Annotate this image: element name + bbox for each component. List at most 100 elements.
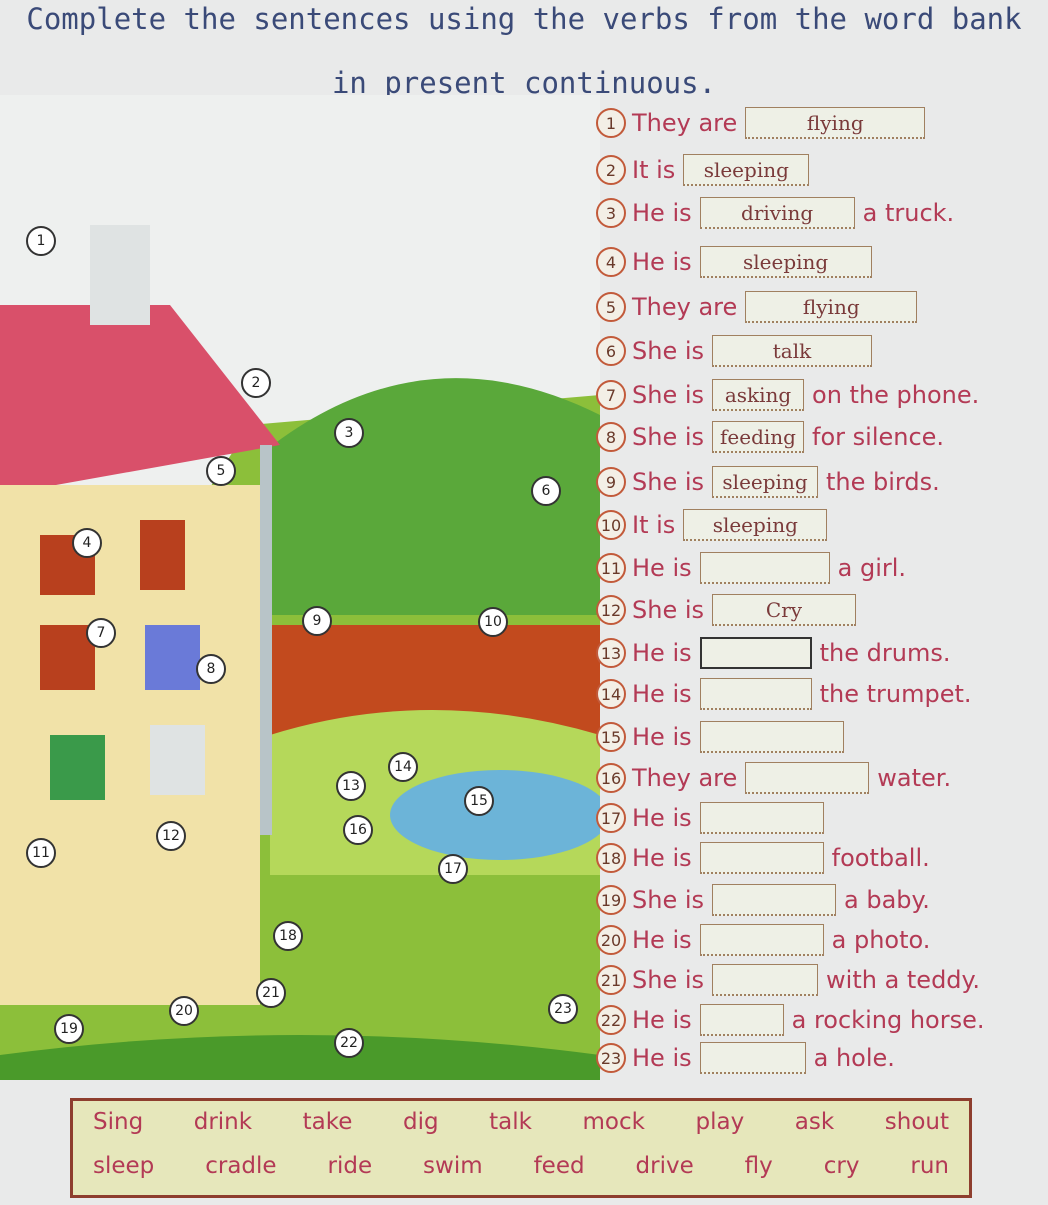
- scene-label: 9: [302, 606, 332, 636]
- answer-field[interactable]: sleeping: [683, 154, 810, 186]
- sentence-number: 5: [596, 292, 626, 322]
- sentence-18: 18 He is football.: [596, 841, 930, 875]
- sentence-5: 5 They are flying: [596, 290, 925, 324]
- scene-label: 10: [478, 607, 508, 637]
- answer-field[interactable]: [699, 721, 844, 753]
- word-bank-item: sleep: [93, 1153, 155, 1179]
- sentence-start: He is: [632, 926, 692, 954]
- sentence-11: 11 He is a girl.: [596, 551, 906, 585]
- answer-field[interactable]: asking: [712, 379, 805, 411]
- sentence-17: 17 He is: [596, 801, 832, 835]
- answer-field[interactable]: [712, 964, 819, 996]
- answer-field[interactable]: [699, 1042, 806, 1074]
- answer-field[interactable]: [699, 842, 824, 874]
- sentence-end: a girl.: [837, 554, 907, 582]
- sentence-1: 1 They are flying: [596, 106, 933, 140]
- sentence-20: 20 He is a photo.: [596, 923, 930, 957]
- scene-label: 20: [169, 996, 199, 1026]
- word-bank-item: dig: [402, 1109, 439, 1135]
- word-bank: Sing drink take dig talk mock play ask shout sle…: [70, 1098, 972, 1198]
- sentence-number: 4: [596, 247, 626, 277]
- sentence-15: 15 He is: [596, 720, 852, 754]
- answer-field[interactable]: [745, 762, 870, 794]
- word-bank-item: cradle: [205, 1153, 277, 1179]
- sentence-13: 13 He is the drums.: [596, 636, 950, 670]
- sentence-6: 6 She is talk: [596, 334, 880, 368]
- sentence-21: 21 She is with a teddy.: [596, 963, 980, 997]
- sentence-start: They are: [632, 764, 738, 792]
- sentence-end: the birds.: [826, 468, 940, 496]
- scene-label: 18: [273, 921, 303, 951]
- sentence-end: for silence.: [812, 423, 945, 451]
- scene-label: 11: [26, 838, 56, 868]
- sentence-number: 14: [596, 679, 626, 709]
- sentence-start: She is: [632, 423, 705, 451]
- scene-label: 16: [343, 815, 373, 845]
- answer-field[interactable]: talk: [712, 335, 873, 367]
- word-bank-item: feed: [533, 1153, 585, 1179]
- sentence-start: They are: [632, 109, 738, 137]
- answer-field[interactable]: Cry: [712, 594, 857, 626]
- answer-field[interactable]: [699, 678, 812, 710]
- scene-label: 2: [241, 368, 271, 398]
- sentence-end: the trumpet.: [819, 680, 972, 708]
- sentence-start: He is: [632, 680, 692, 708]
- sentence-start: He is: [632, 1006, 692, 1034]
- sentence-end: water.: [877, 764, 952, 792]
- sentence-end: on the phone.: [812, 381, 980, 409]
- sentence-number: 8: [596, 422, 626, 452]
- answer-field[interactable]: sleeping: [712, 466, 819, 498]
- scene-label: 22: [334, 1028, 364, 1058]
- sentence-number: 3: [596, 198, 626, 228]
- answer-field[interactable]: [699, 637, 812, 669]
- word-bank-item: Sing: [93, 1109, 144, 1135]
- word-bank-item: run: [910, 1153, 949, 1179]
- instruction-line-1: Complete the sentences using the verbs f…: [26, 2, 1022, 36]
- sentence-number: 2: [596, 155, 626, 185]
- answer-field[interactable]: [699, 802, 824, 834]
- answer-field[interactable]: feeding: [712, 421, 805, 453]
- word-bank-item: ask: [794, 1109, 835, 1135]
- sentence-14: 14 He is the trumpet.: [596, 677, 972, 711]
- sentence-number: 1: [596, 108, 626, 138]
- answer-field[interactable]: [699, 924, 824, 956]
- sentence-10: 10 It is sleeping: [596, 508, 835, 542]
- sentence-number: 15: [596, 722, 626, 752]
- scene-label: 8: [196, 654, 226, 684]
- sentence-number: 23: [596, 1043, 626, 1073]
- scene-label: 14: [388, 752, 418, 782]
- sentence-number: 6: [596, 336, 626, 366]
- sentence-9: 9 She is sleeping the birds.: [596, 465, 940, 499]
- sentence-end: a hole.: [813, 1044, 895, 1072]
- sentence-number: 21: [596, 965, 626, 995]
- sentence-7: 7 She is asking on the phone.: [596, 378, 979, 412]
- answer-field[interactable]: sleeping: [699, 246, 872, 278]
- answer-field[interactable]: sleeping: [683, 509, 828, 541]
- sentence-number: 18: [596, 843, 626, 873]
- sentence-22: 22 He is a rocking horse.: [596, 1003, 984, 1037]
- scene-label: 4: [72, 528, 102, 558]
- sentence-start: She is: [632, 381, 705, 409]
- answer-field[interactable]: driving: [699, 197, 855, 229]
- scene-label: 21: [256, 978, 286, 1008]
- sentence-number: 7: [596, 380, 626, 410]
- scene-label: 1: [26, 226, 56, 256]
- word-bank-item: drive: [635, 1153, 694, 1179]
- word-bank-item: cry: [823, 1153, 860, 1179]
- answer-field[interactable]: flying: [745, 291, 918, 323]
- answer-field[interactable]: [699, 552, 830, 584]
- sentence-start: She is: [632, 966, 705, 994]
- sentence-number: 12: [596, 595, 626, 625]
- answer-field[interactable]: flying: [745, 107, 926, 139]
- sentence-start: He is: [632, 248, 692, 276]
- word-bank-item: mock: [582, 1109, 645, 1135]
- word-bank-item: ride: [327, 1153, 373, 1179]
- sentence-start: She is: [632, 886, 705, 914]
- sentence-19: 19 She is a baby.: [596, 883, 930, 917]
- scene-label: 15: [464, 786, 494, 816]
- sentence-8: 8 She is feeding for silence.: [596, 420, 944, 454]
- answer-field[interactable]: [699, 1004, 784, 1036]
- sentence-16: 16 They are water.: [596, 761, 951, 795]
- sentence-end: a baby.: [844, 886, 930, 914]
- answer-field[interactable]: [712, 884, 837, 916]
